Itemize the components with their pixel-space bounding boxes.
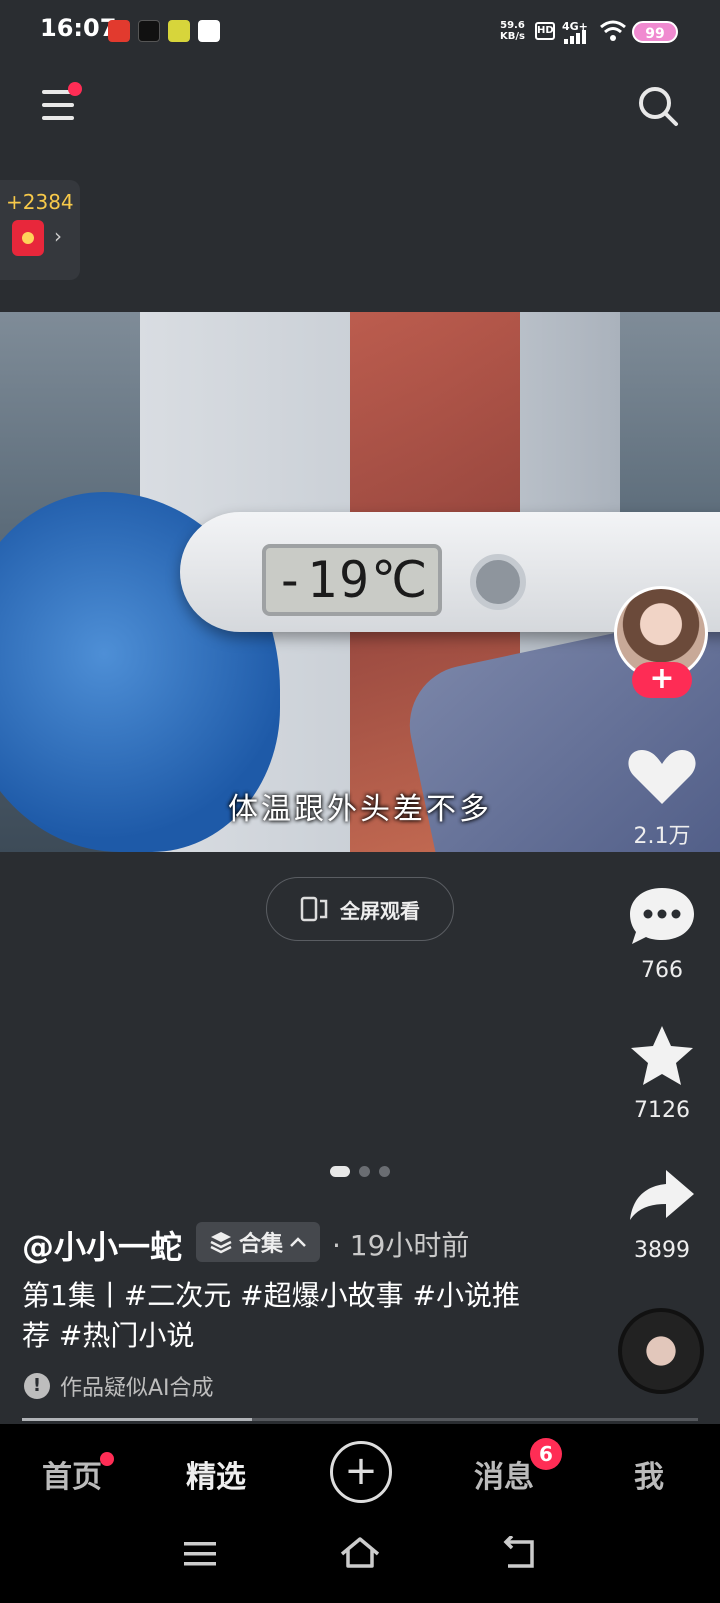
- thermometer-reading: -19℃: [262, 544, 442, 616]
- collection-button[interactable]: 合集: [196, 1222, 320, 1262]
- pager-dot: [379, 1166, 390, 1177]
- chevron-right-icon: ›: [54, 224, 62, 248]
- layers-icon: [210, 1232, 232, 1254]
- share-count: 3899: [634, 1238, 690, 1263]
- thermometer-button-image: [470, 554, 526, 610]
- tab-home[interactable]: 首页: [42, 1452, 102, 1496]
- signal-icon: [564, 30, 586, 44]
- favorite-star-icon[interactable]: [622, 1024, 702, 1088]
- system-navigation-bar: [0, 1516, 720, 1603]
- video-progress-fill: [22, 1418, 252, 1421]
- tab-messages[interactable]: 消息: [474, 1452, 534, 1496]
- network-speed: 59.6 KB/s: [500, 20, 525, 42]
- network-speed-value: 59.6: [500, 20, 525, 31]
- music-app-icon: [138, 20, 160, 42]
- chevron-up-icon: [290, 1237, 306, 1247]
- follow-button[interactable]: +: [632, 662, 692, 698]
- like-heart-icon[interactable]: [622, 746, 702, 808]
- notification-dot: [68, 82, 82, 96]
- recent-apps-icon[interactable]: [184, 1540, 216, 1568]
- warning-icon: !: [24, 1373, 50, 1399]
- favorite-count: 7126: [634, 1098, 690, 1123]
- share-arrow-icon[interactable]: [622, 1166, 702, 1226]
- wifi-icon: [600, 20, 626, 41]
- fullscreen-label: 全屏观看: [340, 898, 420, 923]
- status-time: 16:07: [40, 14, 117, 42]
- back-icon[interactable]: [502, 1536, 538, 1570]
- hd-icon: HD: [535, 22, 555, 40]
- reward-count: +2384: [6, 190, 74, 214]
- status-bar: 16:07 59.6 KB/s HD 4G+ 99: [0, 0, 720, 62]
- ai-notice-text: 作品疑似AI合成: [60, 1376, 214, 1401]
- message-app-icon: [198, 20, 220, 42]
- tab-featured[interactable]: 精选: [186, 1452, 246, 1496]
- battery-indicator: 99: [632, 21, 678, 43]
- post-time: · 19小时前: [332, 1229, 470, 1262]
- pager-dot: [330, 1166, 350, 1177]
- comment-icon[interactable]: [622, 884, 702, 948]
- collection-label: 合集: [238, 1232, 283, 1257]
- menu-button[interactable]: [40, 82, 82, 124]
- network-speed-unit: KB/s: [500, 31, 525, 42]
- home-icon[interactable]: [340, 1536, 380, 1570]
- ai-notice: ! 作品疑似AI合成: [24, 1370, 214, 1402]
- red-envelope-icon: [12, 220, 44, 256]
- video-progress-bar[interactable]: [22, 1418, 698, 1421]
- pager-dot: [359, 1166, 370, 1177]
- rotate-screen-icon: [300, 896, 328, 922]
- menu-icon-bar: [42, 116, 74, 120]
- tab-me[interactable]: 我: [634, 1452, 664, 1496]
- comment-count: 766: [641, 958, 683, 983]
- like-count: 2.1万: [633, 824, 691, 849]
- home-notification-dot: [100, 1452, 114, 1466]
- author-name[interactable]: @小小一蛇: [22, 1222, 182, 1268]
- messages-badge: 6: [530, 1438, 562, 1470]
- search-icon[interactable]: [636, 84, 680, 128]
- news-app-icon: [108, 20, 130, 42]
- video-player[interactable]: -19℃ 体温跟外头差不多: [0, 312, 720, 852]
- menu-icon-bar: [42, 103, 74, 107]
- fruit-app-icon: [168, 20, 190, 42]
- music-disc[interactable]: [618, 1308, 704, 1394]
- fullscreen-button[interactable]: 全屏观看: [266, 877, 454, 941]
- create-button[interactable]: +: [330, 1441, 392, 1503]
- post-caption[interactable]: 第1集丨#二次元 #超爆小故事 #小说推荐 #热门小说: [22, 1276, 542, 1356]
- reward-widget[interactable]: +2384 ›: [0, 180, 80, 280]
